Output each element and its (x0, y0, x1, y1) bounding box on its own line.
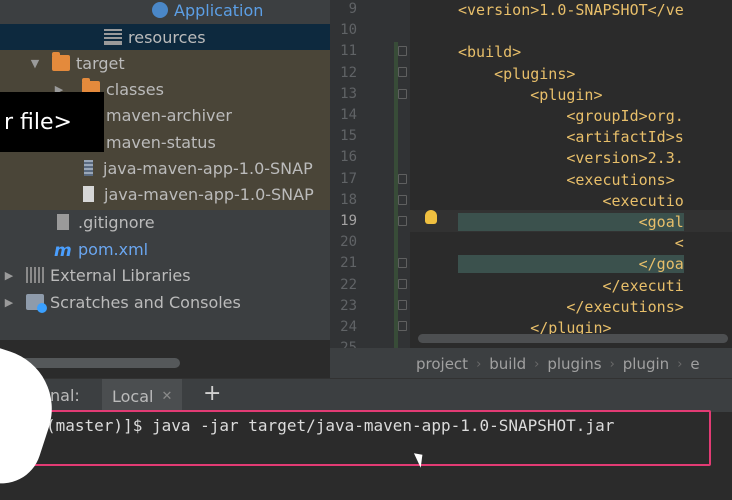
tree-item-label: External Libraries (50, 265, 191, 285)
tree-item-label: target (76, 53, 125, 73)
project-tree-panel: Application resources ▼ target ▶ classes… (0, 0, 330, 340)
code-line: <executio (458, 191, 684, 210)
tab-label: Local (112, 386, 154, 406)
code-line: <artifactId>s (458, 128, 684, 147)
breadcrumb-item[interactable]: project (416, 355, 468, 373)
tree-item-target[interactable]: ▼ target (26, 50, 125, 76)
line-number: 11 (340, 43, 357, 60)
code-line: </executi (458, 276, 684, 295)
jar-file-icon (84, 160, 93, 176)
code-line: <build> (458, 43, 522, 62)
line-number: 20 (340, 234, 357, 251)
chevron-right-icon: › (476, 356, 482, 372)
fold-icon[interactable] (398, 258, 407, 268)
line-number: 12 (340, 64, 357, 81)
breadcrumb-item[interactable]: plugin (623, 355, 669, 373)
line-number: 22 (340, 276, 357, 293)
line-number: 9 (348, 1, 357, 17)
terminal-toolbar: minal: Local ✕ + (0, 378, 732, 413)
tree-item-label: java-maven-app-1.0-SNAP (103, 158, 313, 178)
highlight-annotation-box (31, 410, 711, 466)
scratches-icon (26, 294, 47, 313)
tree-item-application[interactable]: Application (152, 0, 263, 23)
code-line: <version>1.0-SNAPSHOT</ve (458, 1, 684, 19)
code-line: <groupId>org. (458, 107, 684, 125)
terminal-tab-local[interactable]: Local ✕ (102, 379, 183, 413)
line-number: 24 (340, 319, 357, 335)
tree-item-pom-xml[interactable]: m pom.xml (54, 236, 148, 262)
chevron-right-icon: › (677, 356, 683, 372)
file-icon (83, 186, 94, 202)
code-line: <plugins> (458, 64, 576, 83)
code-line: </goa (458, 255, 684, 274)
breadcrumb-item[interactable]: e (690, 355, 699, 373)
fold-icon[interactable] (398, 67, 407, 77)
caption-overlay: r file> (0, 92, 104, 152)
tree-item-scratches[interactable]: ▶ Scratches and Consoles (0, 289, 241, 315)
fold-icon[interactable] (398, 321, 407, 331)
tree-item-maven-status[interactable]: maven-status (106, 129, 216, 155)
tree-item-label: java-maven-app-1.0-SNAP (104, 184, 314, 204)
line-number: 25 (330, 340, 357, 348)
fold-icon[interactable] (398, 46, 407, 56)
code-line: </executions> (458, 297, 684, 316)
fold-icon[interactable] (398, 89, 407, 99)
line-number: 18 (340, 191, 357, 208)
code-line: <plugin> (458, 85, 603, 104)
tree-item-resources[interactable]: resources (104, 24, 206, 50)
line-number: 15 (340, 128, 357, 145)
tree-item-maven-archiver[interactable]: maven-archiver (106, 102, 232, 128)
resources-folder-icon (104, 29, 122, 45)
tree-item-label: Scratches and Consoles (50, 292, 241, 312)
line-number: 14 (340, 107, 357, 123)
spring-app-icon (152, 2, 168, 18)
line-number: 19 (340, 213, 357, 229)
line-number: 17 (340, 170, 357, 187)
tree-item-original-jar[interactable]: java-maven-app-1.0-SNAP (80, 181, 314, 207)
code-line: <executions> (458, 170, 684, 189)
tree-item-label: Application (174, 0, 264, 20)
line-number: 23 (340, 297, 357, 314)
collapsed-arrow-icon[interactable]: ▶ (0, 296, 18, 309)
tree-item-label: .gitignore (78, 212, 155, 232)
fold-icon[interactable] (398, 300, 407, 310)
tree-item-label: resources (128, 27, 206, 47)
fold-icon[interactable] (398, 279, 407, 289)
tree-item-external-libraries[interactable]: ▶ External Libraries (0, 262, 191, 288)
editor-horizontal-scrollbar[interactable] (418, 334, 728, 343)
folder-icon (52, 52, 70, 71)
close-icon[interactable]: ✕ (161, 389, 172, 404)
code-line: <version>2.3. (458, 149, 684, 168)
collapsed-arrow-icon[interactable]: ▶ (0, 269, 18, 282)
line-number: 16 (340, 149, 357, 166)
fold-icon[interactable] (398, 216, 407, 226)
chevron-right-icon: › (534, 356, 540, 372)
libraries-icon (26, 267, 44, 283)
text-file-icon (57, 214, 69, 230)
tree-item-label: classes (106, 79, 164, 99)
breadcrumb-item[interactable]: plugins (547, 355, 601, 373)
fold-icon[interactable] (398, 174, 407, 184)
breadcrumb: project › build › plugins › plugin › e (330, 348, 732, 380)
line-number: 21 (340, 255, 357, 272)
breadcrumb-item[interactable]: build (489, 355, 526, 373)
line-number: 10 (340, 22, 357, 39)
maven-icon: m (54, 241, 72, 261)
tree-item-jar-file[interactable]: java-maven-app-1.0-SNAP (80, 155, 313, 181)
code-editor[interactable]: 9 10 11 12 13 14 15 16 17 18 19 20 21 22 23 24 25 <versi… (330, 0, 732, 348)
fold-icon[interactable] (398, 195, 407, 205)
tree-item-label: maven-archiver (106, 105, 232, 125)
tree-item-label: pom.xml (78, 239, 149, 259)
expanded-arrow-icon[interactable]: ▼ (26, 57, 44, 70)
tree-item-gitignore[interactable]: .gitignore (54, 209, 155, 235)
code-line: <goal (458, 213, 684, 231)
tree-item-label: maven-status (106, 132, 216, 152)
new-tab-plus-icon[interactable]: + (203, 381, 221, 406)
lightbulb-icon[interactable] (425, 210, 437, 224)
chevron-right-icon: › (609, 356, 615, 372)
code-line: < (458, 234, 684, 253)
line-number: 13 (340, 85, 357, 102)
